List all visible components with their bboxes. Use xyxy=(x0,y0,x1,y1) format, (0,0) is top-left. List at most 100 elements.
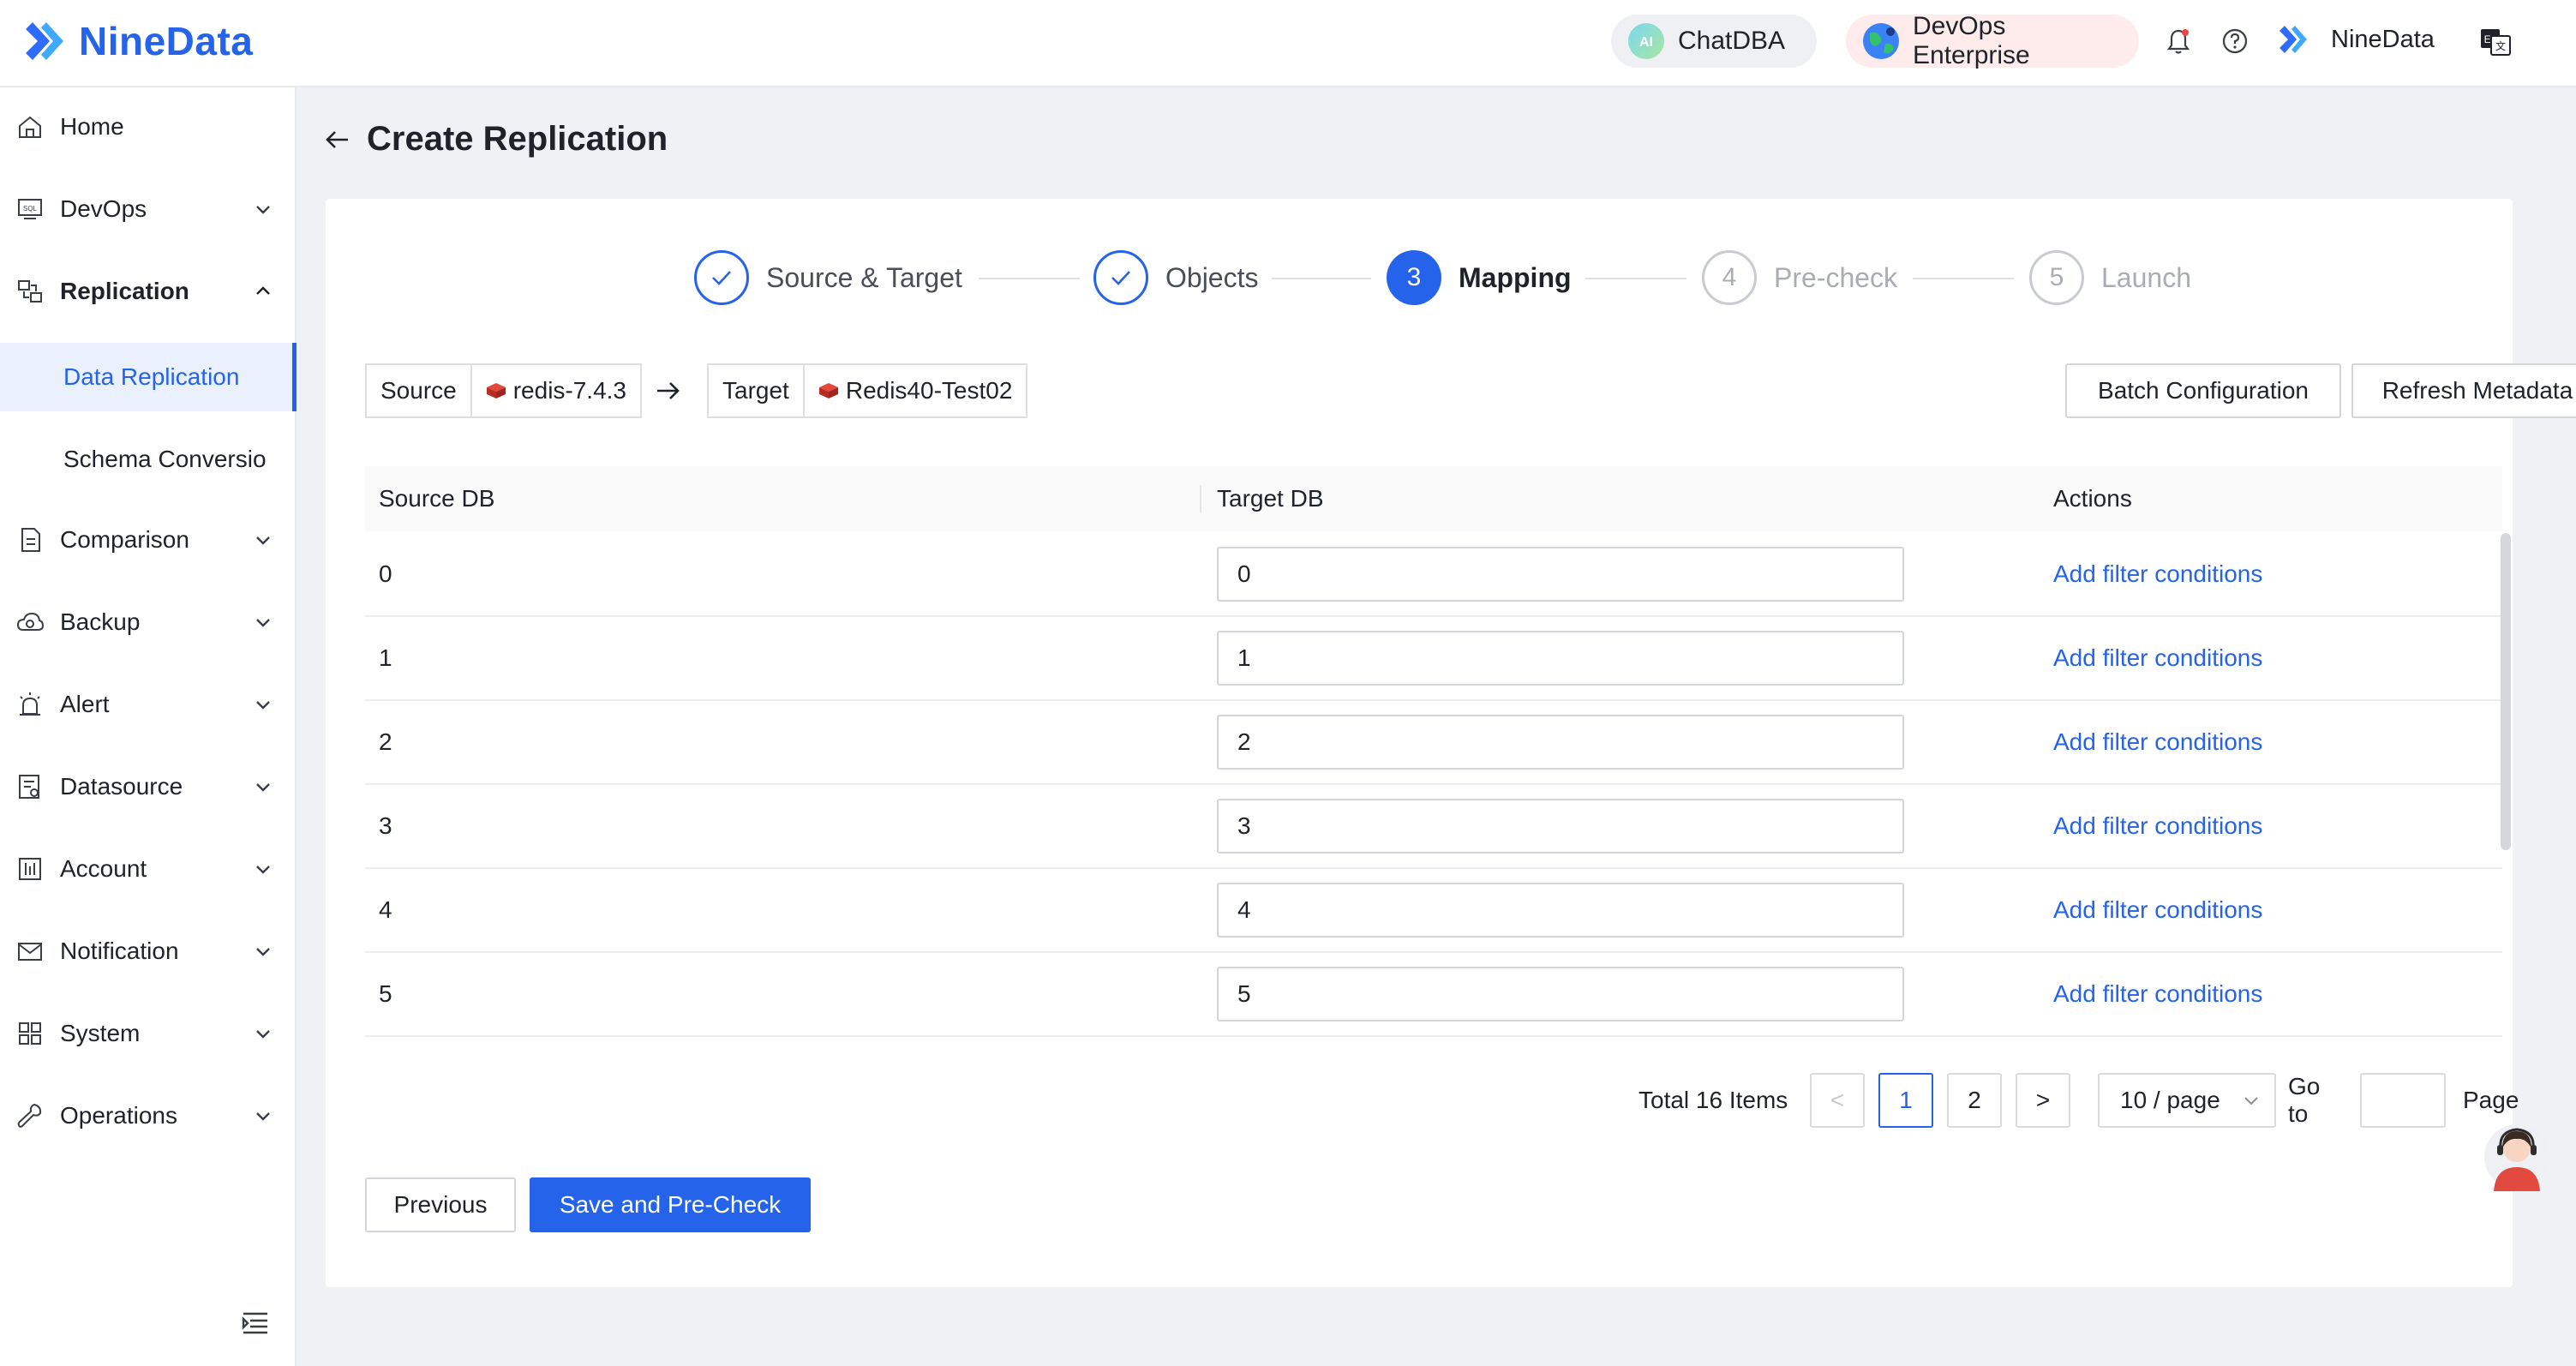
table-row: 2 2 Add filter conditions xyxy=(365,701,2502,785)
alarm-icon xyxy=(20,692,40,716)
sidebar-item-backup[interactable]: Backup xyxy=(0,588,295,656)
add-filter-conditions-link[interactable]: Add filter conditions xyxy=(2053,953,2262,1035)
ai-chat-icon: AI xyxy=(1628,23,1664,59)
sidebar-item-operations[interactable]: Operations xyxy=(0,1081,295,1150)
step-label: Source & Target xyxy=(766,261,962,293)
goto-page-input[interactable] xyxy=(2360,1073,2446,1128)
chevron-down-icon xyxy=(256,1112,270,1121)
source-db-cell: 5 xyxy=(379,980,392,1007)
step-source-target[interactable]: Source & Target xyxy=(694,250,962,305)
page-size-select[interactable]: 10 / page xyxy=(2098,1073,2276,1128)
step-mapping[interactable]: 3 Mapping xyxy=(1387,250,1572,305)
source-target-bar: Source redis-7.4.3 Target Redis40-Test02 xyxy=(365,363,1028,418)
step-objects[interactable]: Objects xyxy=(1093,250,1258,305)
sidebar-subitem-data-replication[interactable]: Data Replication xyxy=(0,343,297,411)
add-filter-conditions-link[interactable]: Add filter conditions xyxy=(2053,533,2262,615)
back-arrow-icon[interactable] xyxy=(322,125,351,154)
chevron-down-icon xyxy=(256,783,270,792)
user-name: NineData xyxy=(2331,25,2435,53)
pagination-prev-button[interactable]: < xyxy=(1810,1073,1865,1128)
sidebar-item-label: Operations xyxy=(60,1102,177,1129)
sidebar-item-home[interactable]: Home xyxy=(0,93,295,161)
target-db-input[interactable]: 0 xyxy=(1217,547,1904,602)
add-filter-conditions-link[interactable]: Add filter conditions xyxy=(2053,869,2262,951)
step-connector xyxy=(1913,278,2014,279)
column-header-source-db: Source DB xyxy=(379,485,495,512)
backup-cloud-icon xyxy=(16,612,45,631)
sidebar-item-datasource[interactable]: Datasource xyxy=(0,752,295,821)
chatdba-button[interactable]: AI ChatDBA xyxy=(1611,15,1817,68)
sidebar-subitem-schema-conversion[interactable]: Schema Conversio xyxy=(0,425,297,494)
collapse-sidebar-icon[interactable] xyxy=(240,1309,271,1335)
table-row: 3 3 Add filter conditions xyxy=(365,785,2502,869)
target-db-input[interactable]: 3 xyxy=(1217,799,1904,854)
sidebar-item-label: Home xyxy=(60,113,124,140)
pagination-next-button[interactable]: > xyxy=(2016,1073,2070,1128)
check-icon xyxy=(694,250,749,305)
datasource-icon xyxy=(19,775,39,799)
target-db-input[interactable]: 2 xyxy=(1217,715,1904,770)
pagination-page-2[interactable]: 2 xyxy=(1947,1073,2002,1128)
table-row: 5 5 Add filter conditions xyxy=(365,953,2502,1037)
step-label: Pre-check xyxy=(1774,261,1898,293)
brand[interactable]: NineData xyxy=(21,15,253,67)
sidebar-item-comparison[interactable]: Comparison xyxy=(0,506,295,574)
source-db-cell: 4 xyxy=(379,896,392,923)
step-label: Objects xyxy=(1165,261,1259,293)
language-switch-icon[interactable]: En 文 xyxy=(2478,24,2513,58)
pagination-page-1[interactable]: 1 xyxy=(1878,1073,1933,1128)
sidebar-item-label: Alert xyxy=(60,691,110,717)
support-assistant-icon[interactable] xyxy=(2483,1114,2550,1193)
edition-badge[interactable]: DevOps Enterprise xyxy=(1846,12,2139,69)
batch-configuration-button[interactable]: Batch Configuration xyxy=(2065,363,2341,418)
step-pre-check: 4 Pre-check xyxy=(1702,250,1897,305)
sidebar-item-label: Notification xyxy=(60,938,179,964)
add-filter-conditions-link[interactable]: Add filter conditions xyxy=(2053,617,2262,699)
main-card: Source & Target Objects 3 Mapping 4 Pre-… xyxy=(326,199,2576,1287)
add-filter-conditions-link[interactable]: Add filter conditions xyxy=(2053,701,2262,783)
sidebar-item-devops[interactable]: SQL DevOps xyxy=(0,175,295,243)
bell-icon[interactable] xyxy=(2163,26,2194,57)
sidebar-item-alert[interactable]: Alert xyxy=(0,670,295,739)
target-db-input[interactable]: 4 xyxy=(1217,883,1904,938)
target-box: Target Redis40-Test02 xyxy=(707,363,1028,418)
step-connector xyxy=(1585,278,1686,279)
table-scrollbar[interactable] xyxy=(2501,533,2511,850)
user-menu[interactable]: NineData xyxy=(2276,21,2435,58)
chevron-down-icon xyxy=(2244,1097,2258,1105)
comparison-icon xyxy=(21,528,40,552)
sidebar-item-account[interactable]: Account xyxy=(0,835,295,903)
column-divider xyxy=(1200,485,1201,512)
table-row: 0 0 Add filter conditions xyxy=(365,533,2502,617)
source-value: redis-7.4.3 xyxy=(472,377,640,404)
target-db-input[interactable]: 5 xyxy=(1217,967,1904,1022)
help-icon[interactable] xyxy=(2220,26,2250,57)
replication-icon xyxy=(18,280,42,303)
step-number: 4 xyxy=(1702,250,1757,305)
check-icon xyxy=(1093,250,1148,305)
sidebar-item-system[interactable]: System xyxy=(0,999,295,1068)
previous-button[interactable]: Previous xyxy=(365,1177,516,1232)
save-and-pre-check-button[interactable]: Save and Pre-Check xyxy=(530,1177,811,1232)
svg-text:文: 文 xyxy=(2495,39,2506,52)
sidebar-item-replication[interactable]: Replication xyxy=(0,257,295,326)
table-header: Source DB Target DB Actions xyxy=(365,466,2502,531)
sidebar-item-notification[interactable]: Notification xyxy=(0,917,295,986)
sidebar-item-label: Replication xyxy=(60,278,189,304)
chevron-down-icon xyxy=(256,619,270,627)
sidebar: Home SQL DevOps Replication Data Replica… xyxy=(0,87,297,1366)
sidebar-item-label: Datasource xyxy=(60,773,183,800)
target-db-input[interactable]: 1 xyxy=(1217,631,1904,686)
ninedata-logo-icon xyxy=(26,22,63,60)
redis-icon xyxy=(486,383,506,398)
target-instance-name: Redis40-Test02 xyxy=(845,377,1013,404)
wrench-icon xyxy=(17,1103,42,1128)
sidebar-item-label: DevOps xyxy=(60,195,147,222)
refresh-metadata-button[interactable]: Refresh Metadata xyxy=(2351,363,2576,418)
chevron-down-icon xyxy=(256,948,270,956)
add-filter-conditions-link[interactable]: Add filter conditions xyxy=(2053,785,2262,867)
table-row: 1 1 Add filter conditions xyxy=(365,617,2502,701)
step-label: Mapping xyxy=(1459,261,1572,293)
chevron-down-icon xyxy=(256,206,270,214)
table-row: 4 4 Add filter conditions xyxy=(365,869,2502,953)
